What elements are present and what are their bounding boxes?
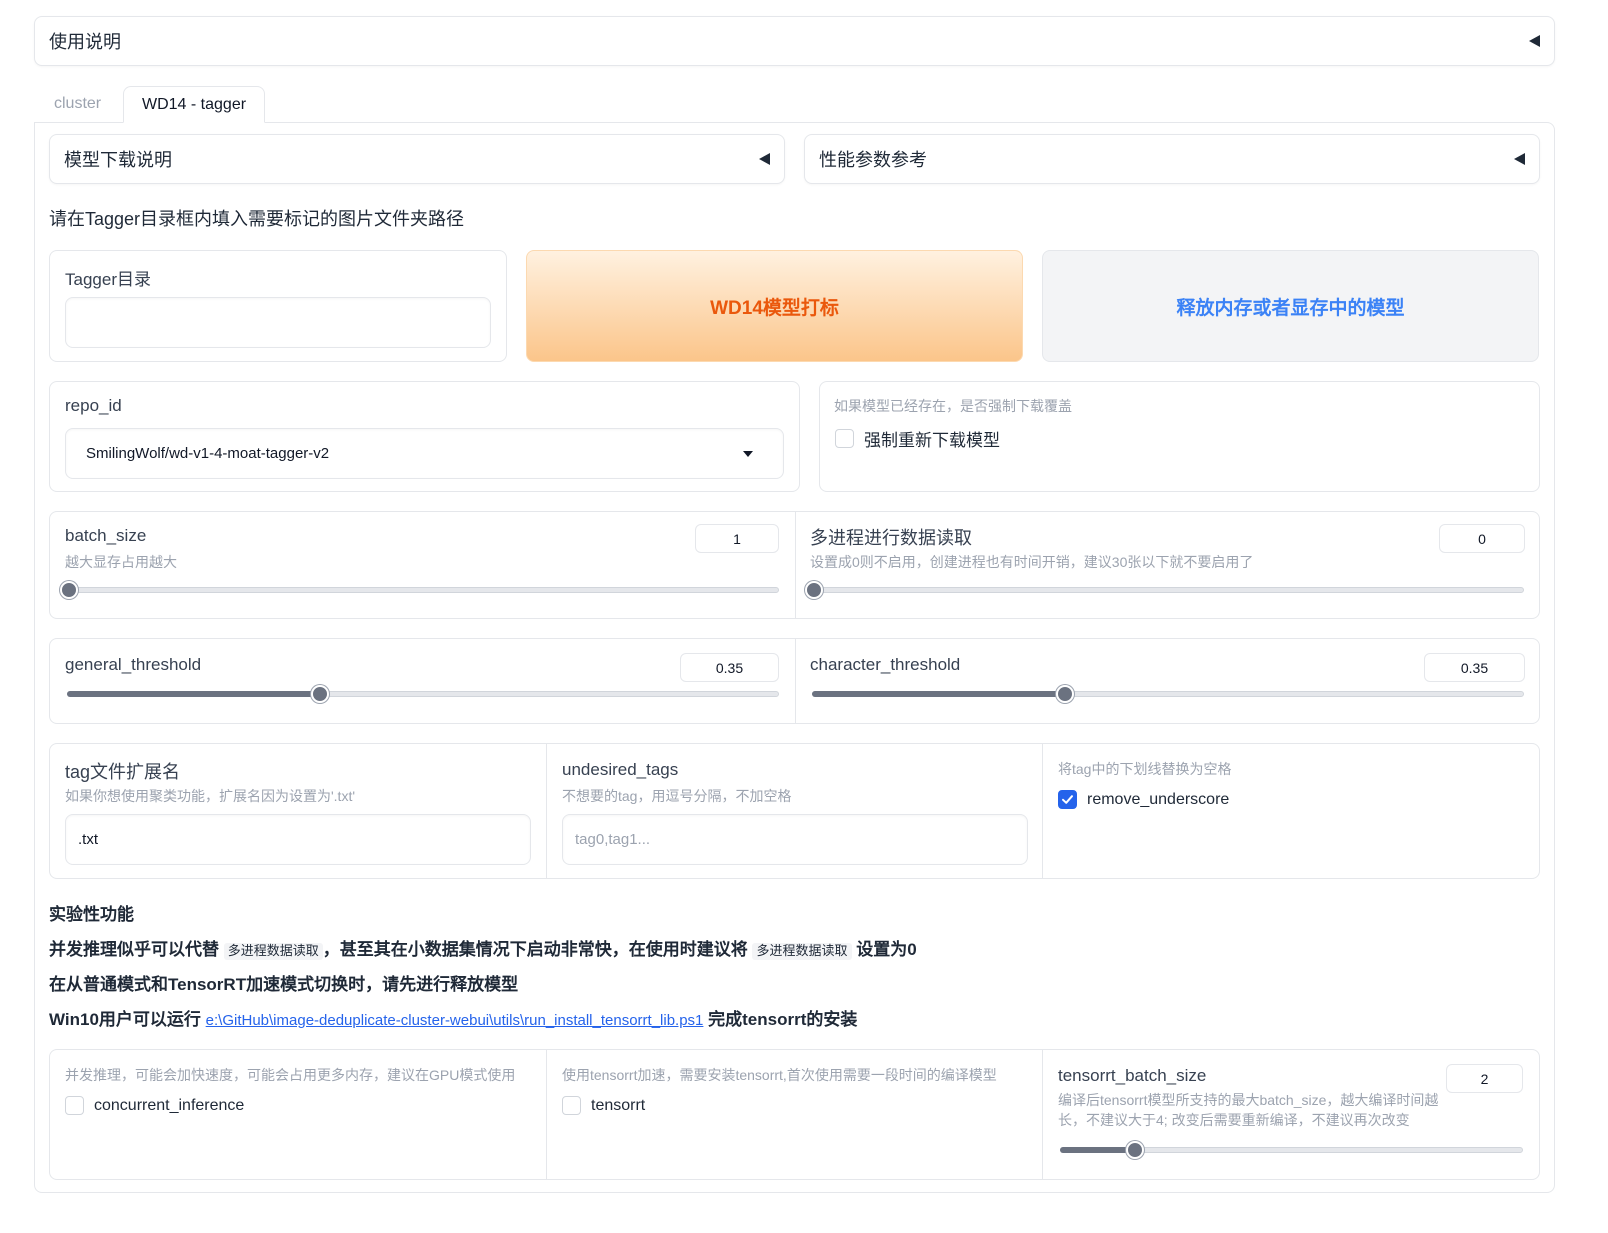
general-threshold-label: general_threshold <box>65 655 202 674</box>
wd14-tag-button[interactable]: WD14模型打标 <box>526 250 1023 362</box>
collapse-triangle-icon <box>1529 35 1540 47</box>
remove-underscore-checkbox[interactable] <box>1058 790 1077 809</box>
text-span: 完成tensorrt的安装 <box>708 1010 858 1029</box>
workers-slider[interactable] <box>805 581 1524 599</box>
tensorrt-checkbox[interactable] <box>562 1096 581 1115</box>
chevron-down-icon <box>743 451 753 457</box>
slider-thumb[interactable] <box>805 581 823 599</box>
slider-thumb[interactable] <box>311 685 329 703</box>
batch-workers-block: batch_size 越大显存占用越大 1 多进程进行数据读取 设置成0则不启用… <box>49 511 1540 619</box>
general-threshold-number[interactable]: 0.35 <box>680 653 779 682</box>
batch-size-number[interactable]: 1 <box>695 524 779 553</box>
force-download-info: 如果模型已经存在，是否强制下载覆盖 <box>834 398 1072 414</box>
remove-underscore-checkbox-row[interactable]: remove_underscore <box>1058 790 1229 809</box>
workers-label: 多进程进行数据读取 <box>810 528 972 548</box>
workers-info: 设置成0则不启用，创建进程也有时间开销，建议30张以下就不要启用了 <box>810 554 1254 570</box>
tensorrt-batch-size-number[interactable]: 2 <box>1446 1064 1523 1093</box>
remove-underscore-info: 将tag中的下划线替换为空格 <box>1058 761 1232 777</box>
concurrent-inference-label: concurrent_inference <box>94 1096 245 1114</box>
threshold-block: general_threshold 0.35 character_thresho… <box>49 638 1540 724</box>
tensorrt-checkbox-row[interactable]: tensorrt <box>562 1096 645 1115</box>
usage-accordion[interactable]: 使用说明 <box>34 16 1555 66</box>
tensorrt-label: tensorrt <box>591 1096 646 1114</box>
collapse-triangle-icon <box>759 153 770 165</box>
tensorrt-info: 使用tensorrt加速，需要安装tensorrt,首次使用需要一段时间的编译模… <box>562 1067 997 1083</box>
general-threshold-slider[interactable] <box>67 685 779 703</box>
experimental-line-3: Win10用户可以运行 e:\GitHub\image-deduplicate-… <box>49 1005 857 1030</box>
text-span: Win10用户可以运行 <box>49 1010 201 1029</box>
tensorrt-script-link[interactable]: e:\GitHub\image-deduplicate-cluster-webu… <box>206 1012 704 1029</box>
character-threshold-label: character_threshold <box>810 655 961 674</box>
tag-ext-label: tag文件扩展名 <box>65 762 181 782</box>
tensorrt-batch-size-label: tensorrt_batch_size <box>1058 1066 1207 1085</box>
tag-ext-input[interactable]: .txt <box>65 814 531 865</box>
acceleration-block: 并发推理，可能会加快速度，可能会占用更多内存，建议在GPU模式使用 concur… <box>49 1049 1540 1180</box>
inline-code: 多进程数据读取 <box>752 943 852 960</box>
release-model-button[interactable]: 释放内存或者显存中的模型 <box>1042 250 1539 362</box>
checkmark-icon <box>1062 795 1073 804</box>
force-download-block: 如果模型已经存在，是否强制下载覆盖 强制重新下载模型 <box>819 381 1540 492</box>
repo-id-block: repo_id SmilingWolf/wd-v1-4-moat-tagger-… <box>49 381 800 492</box>
model-download-label: 模型下载说明 <box>64 150 172 170</box>
experimental-title: 实验性功能 <box>49 905 134 924</box>
tagger-dir-input[interactable] <box>65 297 491 348</box>
tagger-dir-label: Tagger目录 <box>65 270 151 289</box>
experimental-line-2: 在从普通模式和TensorRT加速模式切换时，请先进行释放模型 <box>49 975 519 994</box>
concurrent-inference-checkbox[interactable] <box>65 1096 84 1115</box>
concurrent-inference-checkbox-row[interactable]: concurrent_inference <box>65 1096 244 1115</box>
tab-wd14-tagger[interactable]: WD14 - tagger <box>123 86 266 123</box>
text-span: ，甚至其在小数据集情况下启动非常快，在使用时建议将 <box>322 940 748 959</box>
perf-reference-label: 性能参数参考 <box>819 150 927 170</box>
tag-options-block: tag文件扩展名 如果你想使用聚类功能，扩展名因为设置为'.txt' .txt … <box>49 743 1540 879</box>
usage-accordion-label: 使用说明 <box>49 32 121 52</box>
tensorrt-batch-size-slider[interactable] <box>1060 1141 1523 1159</box>
model-download-accordion[interactable]: 模型下载说明 <box>49 134 785 184</box>
slider-thumb[interactable] <box>60 581 78 599</box>
collapse-triangle-icon <box>1514 153 1525 165</box>
instruction-text: 请在Tagger目录框内填入需要标记的图片文件夹路径 <box>49 209 465 229</box>
force-download-label: 强制重新下载模型 <box>864 431 1000 450</box>
batch-size-slider[interactable] <box>60 581 779 599</box>
force-download-checkbox-row[interactable]: 强制重新下载模型 <box>835 426 1000 451</box>
tensorrt-batch-size-info: 编译后tensorrt模型所支持的最大batch_size，越大编译时间越长，不… <box>1058 1092 1439 1128</box>
tab-cluster[interactable]: cluster <box>44 86 111 122</box>
experimental-line-1: 并发推理似乎可以代替 多进程数据读取 ，甚至其在小数据集情况下启动非常快，在使用时… <box>49 935 917 960</box>
undesired-tags-label: undesired_tags <box>562 760 679 779</box>
concurrent-inference-info: 并发推理，可能会加快速度，可能会占用更多内存，建议在GPU模式使用 <box>65 1067 516 1083</box>
slider-thumb[interactable] <box>1056 685 1074 703</box>
batch-size-info: 越大显存占用越大 <box>65 554 177 570</box>
repo-id-value: SmilingWolf/wd-v1-4-moat-tagger-v2 <box>86 445 330 462</box>
repo-id-label: repo_id <box>65 396 122 415</box>
perf-reference-accordion[interactable]: 性能参数参考 <box>804 134 1540 184</box>
repo-id-dropdown[interactable]: SmilingWolf/wd-v1-4-moat-tagger-v2 <box>65 428 784 479</box>
workers-number[interactable]: 0 <box>1439 524 1525 553</box>
character-threshold-number[interactable]: 0.35 <box>1424 653 1525 682</box>
inline-code: 多进程数据读取 <box>223 943 323 960</box>
text-span: 设置为0 <box>856 940 917 959</box>
batch-size-label: batch_size <box>65 526 147 545</box>
force-download-checkbox[interactable] <box>835 429 854 448</box>
character-threshold-slider[interactable] <box>812 685 1524 703</box>
tag-ext-info: 如果你想使用聚类功能，扩展名因为设置为'.txt' <box>65 788 356 804</box>
tagger-dir-block: Tagger目录 <box>49 250 507 362</box>
undesired-tags-input[interactable]: tag0,tag1... <box>562 814 1028 865</box>
remove-underscore-label: remove_underscore <box>1087 790 1230 808</box>
slider-thumb[interactable] <box>1126 1141 1144 1159</box>
undesired-tags-info: 不想要的tag，用逗号分隔，不加空格 <box>562 788 792 804</box>
text-span: 并发推理似乎可以代替 <box>49 940 219 959</box>
